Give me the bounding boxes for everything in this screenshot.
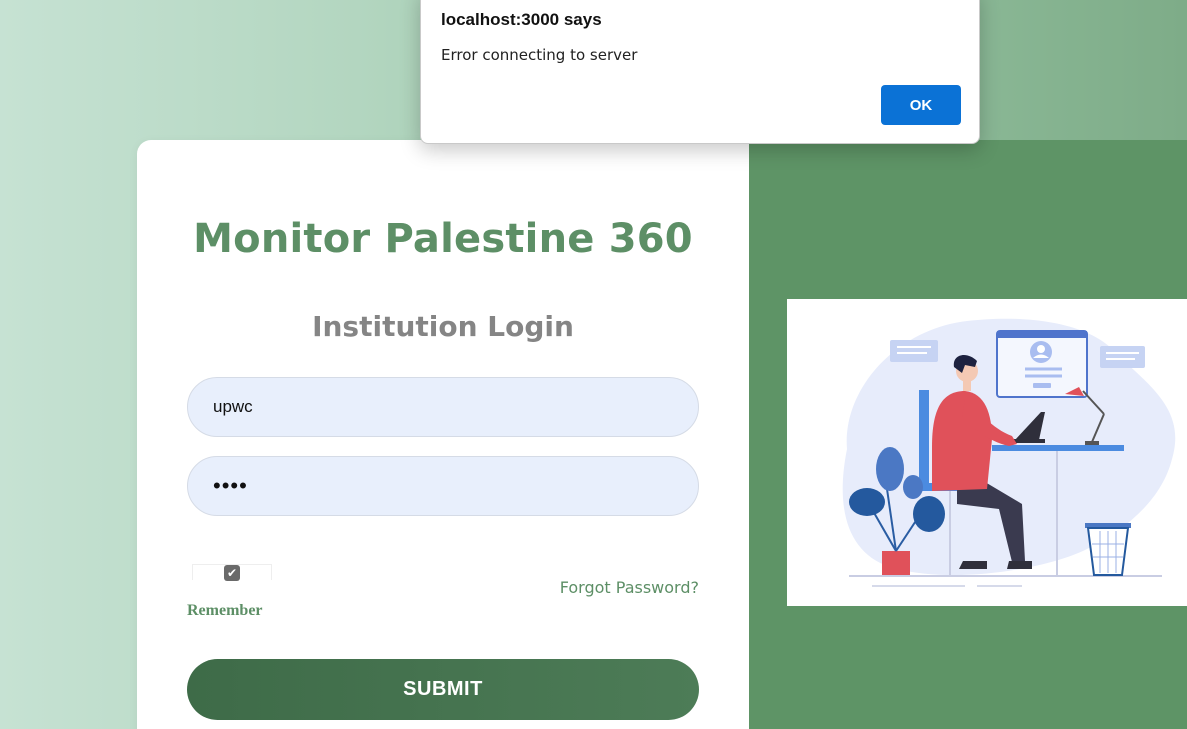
person-at-desk-illustration	[787, 299, 1187, 606]
dialog-title: localhost:3000 says	[441, 10, 602, 29]
remember-checkbox-wrapper: ✔	[192, 564, 272, 581]
brand-title: Monitor Palestine 360	[193, 216, 693, 262]
page-subtitle: Institution Login	[312, 310, 574, 343]
chat-bubble-right	[1100, 346, 1145, 368]
chat-bubble-left	[890, 340, 938, 362]
waste-basket	[1085, 523, 1131, 576]
login-card: Monitor Palestine 360 Institution Login …	[137, 140, 749, 729]
password-input[interactable]	[187, 456, 699, 516]
forgot-password-link[interactable]: Forgot Password?	[560, 578, 699, 597]
ok-button[interactable]: OK	[881, 85, 961, 125]
remember-label: Remember	[187, 602, 263, 619]
alert-dialog: localhost:3000 says Error connecting to …	[420, 0, 980, 144]
username-input[interactable]	[187, 377, 699, 437]
remember-checkbox[interactable]: ✔	[224, 565, 240, 581]
login-window-graphic	[996, 330, 1088, 398]
dialog-message: Error connecting to server	[441, 46, 638, 64]
submit-button[interactable]: SUBMIT	[187, 659, 699, 720]
